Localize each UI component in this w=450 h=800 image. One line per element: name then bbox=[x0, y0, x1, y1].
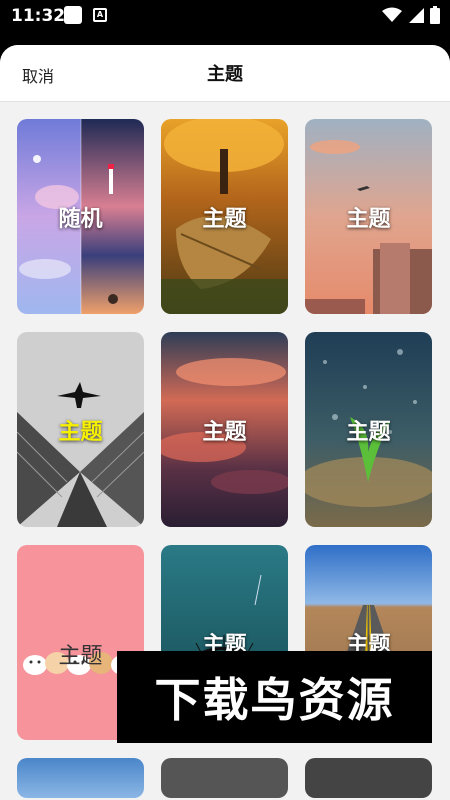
theme-card-label: 主题 bbox=[202, 206, 247, 232]
status-icons bbox=[382, 6, 440, 24]
theme-card-label: 主题 bbox=[58, 419, 103, 445]
theme-card-sprout[interactable]: 主题 bbox=[305, 332, 432, 527]
status-bar: 11:32 A bbox=[0, 0, 450, 34]
theme-card-partial[interactable] bbox=[161, 758, 288, 798]
theme-card-partial[interactable] bbox=[17, 758, 144, 798]
theme-thumbnail-dark bbox=[161, 758, 288, 798]
theme-card-autumn[interactable]: 主题 bbox=[161, 119, 288, 314]
theme-card-partial[interactable] bbox=[305, 758, 432, 798]
battery-icon bbox=[430, 6, 440, 24]
page-title: 主题 bbox=[207, 64, 243, 85]
header: 取消 主题 bbox=[0, 45, 450, 102]
notification-square-icon bbox=[64, 6, 82, 24]
theme-card-random[interactable]: 随机 bbox=[17, 119, 144, 314]
theme-card-label: 主题 bbox=[346, 419, 391, 445]
theme-thumbnail-sky bbox=[17, 758, 144, 798]
theme-thumbnail-dark bbox=[305, 758, 432, 798]
theme-card-label: 主题 bbox=[346, 206, 391, 232]
theme-card-city[interactable]: 主题 bbox=[305, 119, 432, 314]
signal-icon bbox=[409, 8, 424, 23]
notification-a-icon: A bbox=[93, 8, 107, 22]
status-time: 11:32 bbox=[11, 6, 66, 26]
watermark-banner: 下载鸟资源 bbox=[117, 651, 432, 743]
theme-card-label: 主题 bbox=[202, 419, 247, 445]
theme-card-clouds[interactable]: 主题 bbox=[161, 332, 288, 527]
wifi-icon bbox=[382, 7, 402, 22]
theme-card-airplane[interactable]: 主题 bbox=[17, 332, 144, 527]
theme-card-label: 随机 bbox=[58, 206, 103, 232]
